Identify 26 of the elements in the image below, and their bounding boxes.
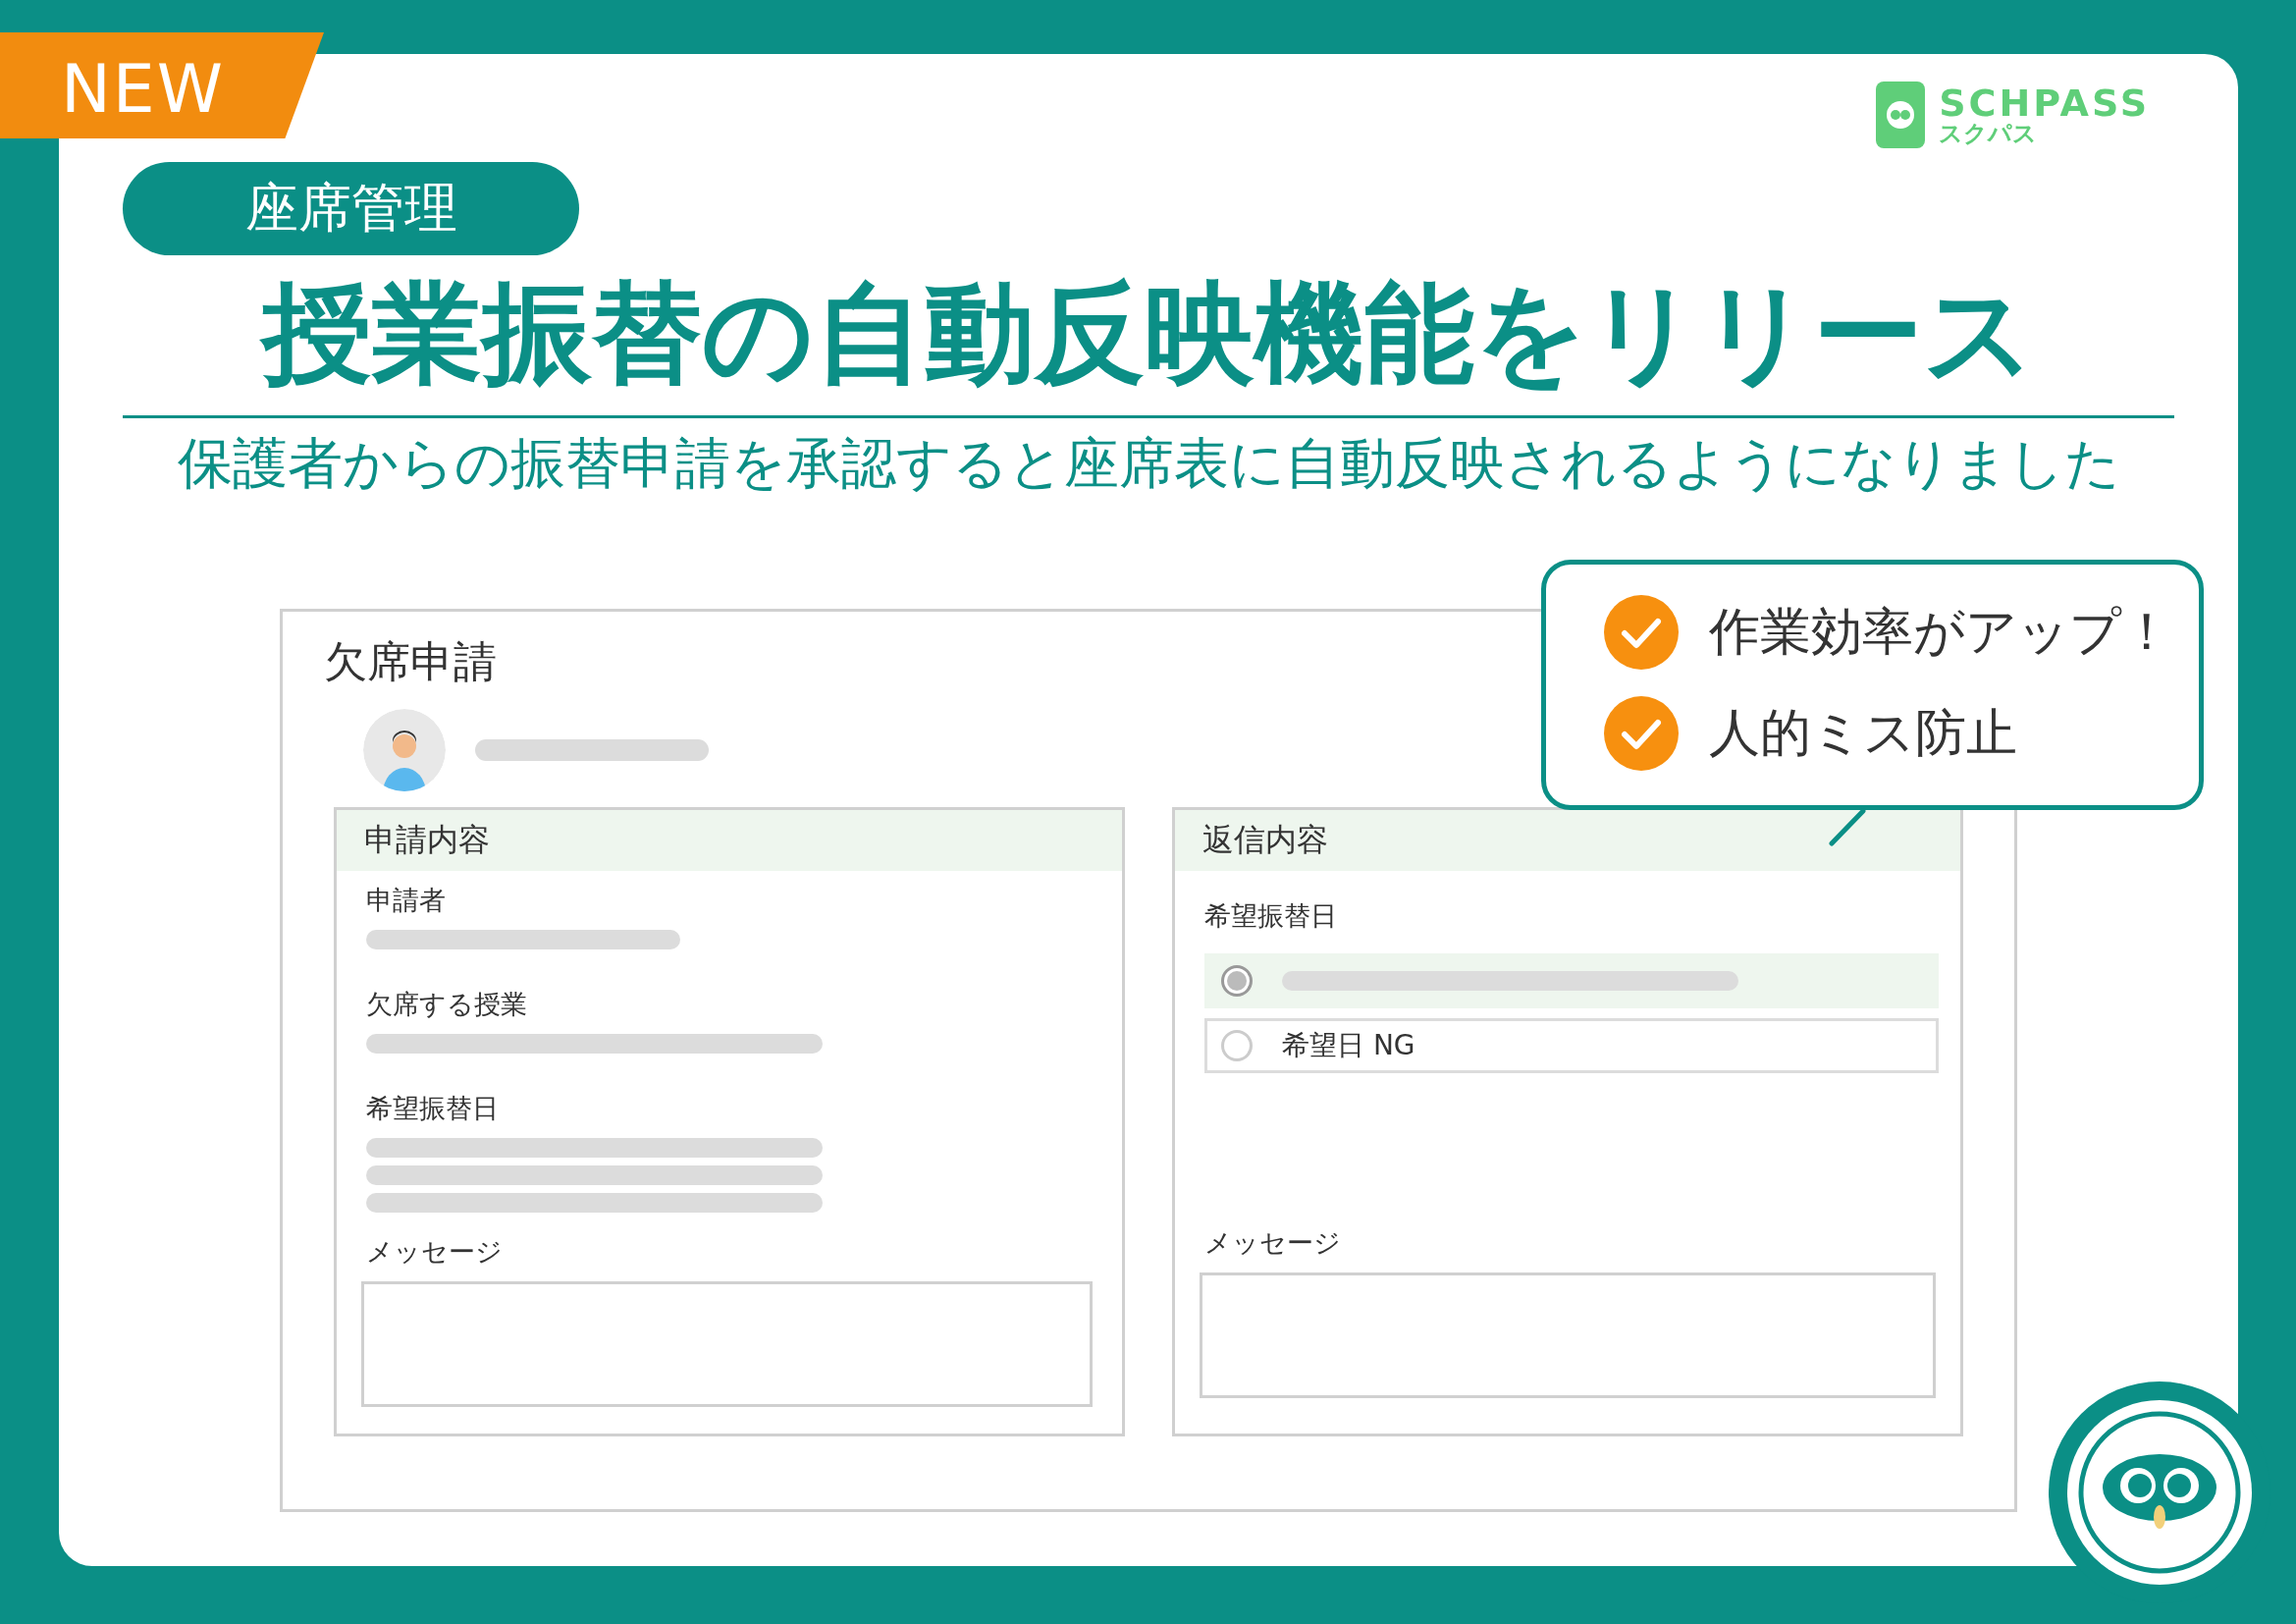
- radio-button[interactable]: [1221, 965, 1253, 998]
- panel-heading: 申請内容: [337, 810, 1122, 872]
- category-pill: 座席管理: [123, 162, 579, 255]
- field-label: メッセージ: [1204, 1226, 1342, 1261]
- check-icon: [1603, 594, 1680, 671]
- panel-heading: 返信内容: [1175, 810, 1960, 872]
- logo-kana: スクパス: [1939, 122, 2039, 145]
- subheadline: 保護者からの振替申請を承認すると座席表に自動反映されるようになりました: [176, 430, 2121, 497]
- form-title: 欠席申請: [324, 635, 498, 689]
- message-field[interactable]: [1200, 1272, 1936, 1399]
- check-icon: [1603, 695, 1680, 772]
- benefit-text: 作業効率がアップ！: [1709, 601, 2172, 663]
- field-label: 申請者: [366, 884, 447, 918]
- field-label: 欠席する授業: [366, 988, 528, 1022]
- benefit-text: 人的ミス防止: [1709, 702, 2017, 764]
- field-label: 希望振替日: [366, 1092, 500, 1126]
- logo-name: SCHPASS: [1939, 84, 2150, 122]
- logo-icon: [1874, 80, 1928, 150]
- field-label: メッセージ: [366, 1235, 504, 1270]
- headline: 授業振替の自動反映機能をリリース: [258, 273, 2037, 395]
- radio-option[interactable]: 希望日 NG: [1204, 1018, 1939, 1074]
- radio-option[interactable]: [1204, 953, 1939, 1009]
- message-field[interactable]: [361, 1281, 1093, 1408]
- field-label: 希望振替日: [1204, 899, 1338, 934]
- radio-button[interactable]: [1221, 1030, 1253, 1062]
- new-badge: NEW: [0, 32, 324, 138]
